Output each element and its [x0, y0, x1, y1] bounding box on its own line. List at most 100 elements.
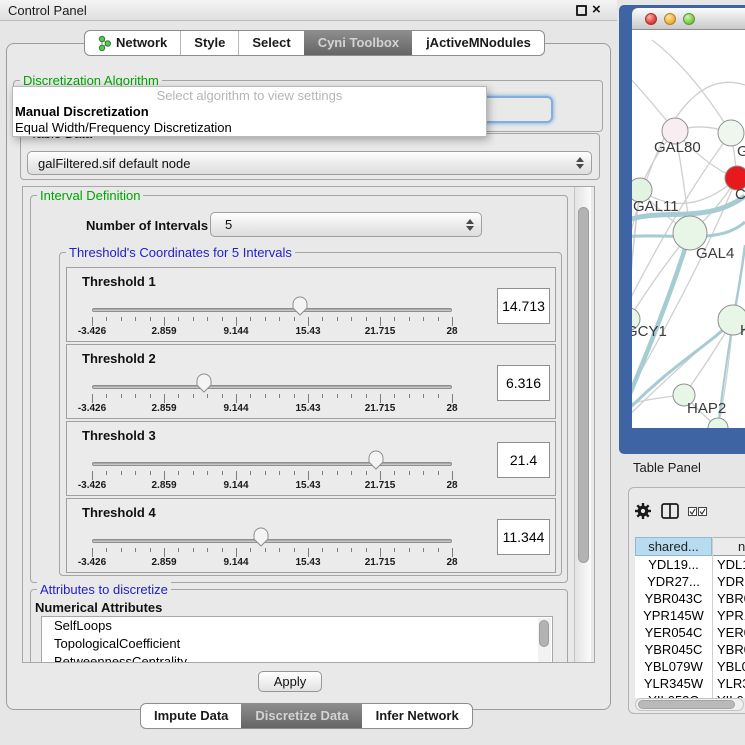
bottom-tab-impute-data[interactable]: Impute Data	[141, 704, 241, 728]
threshold-value-field[interactable]: 6.316	[497, 365, 550, 401]
tab-network[interactable]: Network	[85, 31, 180, 55]
tab-style[interactable]: Style	[180, 31, 238, 55]
tick-mark	[423, 317, 424, 321]
cell-name[interactable]: YLR3	[713, 675, 745, 692]
bottom-tab-infer-network[interactable]: Infer Network	[362, 704, 472, 728]
table-row[interactable]: YLR345WYLR3	[635, 675, 745, 692]
tick-label: 9.144	[223, 557, 248, 568]
threshold-label: Threshold 3	[82, 428, 156, 443]
scrollbar-thumb[interactable]	[638, 700, 735, 709]
table-row[interactable]: YDL19...YDL1	[635, 556, 745, 573]
cell-name[interactable]: YBL0	[713, 658, 745, 675]
cell-shared-name[interactable]: YDR27...	[635, 573, 712, 590]
slider-track[interactable]	[92, 385, 452, 389]
tick-mark	[222, 394, 223, 398]
tick-mark	[150, 317, 151, 321]
tab-label: Style	[194, 31, 225, 55]
gear-icon[interactable]	[634, 502, 652, 523]
tick-mark	[308, 394, 309, 403]
network-window-titlebar[interactable]	[632, 8, 745, 30]
close-icon[interactable]: ×	[592, 1, 601, 19]
table-row[interactable]: YBL079WYBL0	[635, 658, 745, 675]
table-row[interactable]: YPR145WYPR1	[635, 607, 745, 624]
tick-mark	[438, 548, 439, 552]
table-row[interactable]: YBR045CYBR0	[635, 641, 745, 658]
slider-track[interactable]	[92, 539, 452, 543]
slider-thumb[interactable]	[291, 295, 309, 317]
cell-shared-name[interactable]: YLR345W	[635, 675, 712, 692]
pane-vertical-scrollbar[interactable]	[574, 187, 591, 662]
attributes-scrollbar[interactable]	[538, 618, 551, 663]
network-canvas[interactable]: GAL80GACGAL11GAL4GCY1HHAP2	[632, 30, 745, 428]
tab-select[interactable]: Select	[238, 31, 303, 55]
attribute-item-betweennesscentrality[interactable]: BetweennessCentrality	[42, 653, 552, 663]
tab-label: Select	[252, 31, 290, 55]
threshold-value-field[interactable]: 21.4	[497, 442, 550, 478]
slider-thumb[interactable]	[195, 372, 213, 394]
thresholds-group: Threshold's Coordinates for 5 Intervals …	[59, 252, 562, 576]
slider-thumb[interactable]	[367, 449, 385, 471]
tick-mark	[222, 471, 223, 475]
tick-mark	[92, 394, 93, 403]
threshold-value-field[interactable]: 11.344	[497, 519, 550, 555]
cell-shared-name[interactable]: YDL19...	[635, 556, 712, 573]
cell-shared-name[interactable]: YBR045C	[635, 641, 712, 658]
cell-name[interactable]: YDR2	[713, 573, 745, 590]
tick-mark	[308, 317, 309, 326]
threshold-value-field[interactable]: 14.713	[497, 288, 550, 324]
slider-thumb[interactable]	[252, 526, 270, 548]
table-row[interactable]: YBR043CYBR0	[635, 590, 745, 607]
bottom-tab-discretize-data[interactable]: Discretize Data	[241, 704, 361, 728]
slider-track[interactable]	[92, 308, 452, 312]
cell-name[interactable]: YER0	[713, 624, 745, 641]
table-row[interactable]: YDR27...YDR2	[635, 573, 745, 590]
apply-button[interactable]: Apply	[258, 671, 322, 692]
algorithm-option-equal-width-frequency-discretization[interactable]: Equal Width/Frequency Discretization	[13, 120, 486, 136]
table-horizontal-scrollbar[interactable]	[635, 698, 744, 711]
algorithm-option-manual-discretization[interactable]: Manual Discretization	[13, 104, 486, 120]
minimize-traffic-light-icon[interactable]	[664, 13, 676, 25]
slider-track[interactable]	[92, 462, 452, 466]
cell-shared-name[interactable]: YBR043C	[635, 590, 712, 607]
tick-mark	[394, 548, 395, 552]
float-icon[interactable]	[576, 5, 587, 16]
attribute-item-topologicalcoefficient[interactable]: TopologicalCoefficient	[42, 635, 552, 653]
cell-name[interactable]: YBR0	[713, 590, 745, 607]
scrollbar-thumb[interactable]	[539, 620, 549, 647]
tick-mark	[366, 317, 367, 321]
tick-label: 15.43	[295, 326, 320, 337]
cell-shared-name[interactable]: YER054C	[635, 624, 712, 641]
node-label: GCY1	[632, 323, 667, 340]
network-node[interactable]	[708, 418, 728, 428]
scrollbar-thumb[interactable]	[578, 207, 589, 563]
cell-name[interactable]: YBR0	[713, 641, 745, 658]
cell-name[interactable]: YDL1	[713, 556, 745, 573]
zoom-traffic-light-icon[interactable]	[683, 13, 695, 25]
number-of-intervals-combobox[interactable]: 5	[210, 212, 482, 237]
threshold-panel-1: Threshold 1-3.4262.8599.14415.4321.71528…	[66, 267, 556, 342]
attribute-item-selfloops[interactable]: SelfLoops	[42, 617, 552, 635]
tab-cyni-toolbox[interactable]: Cyni Toolbox	[304, 31, 412, 55]
split-columns-icon[interactable]	[661, 503, 679, 522]
cell-shared-name[interactable]: YBL079W	[635, 658, 712, 675]
column-header-shared-name[interactable]: shared...	[635, 537, 712, 556]
numerical-attributes-label: Numerical Attributes	[35, 600, 162, 615]
slider-tick-labels: -3.4262.8599.14415.4321.71528	[92, 403, 452, 415]
tab-jactivemnodules[interactable]: jActiveMNodules	[412, 31, 544, 55]
slider-tick-labels: -3.4262.8599.14415.4321.71528	[92, 480, 452, 492]
cell-shared-name[interactable]: YPR145W	[635, 607, 712, 624]
table-data-combobox[interactable]: galFiltered.sif default node	[27, 151, 592, 175]
close-traffic-light-icon[interactable]	[645, 13, 657, 25]
node-label: GAL80	[654, 139, 701, 156]
node-attribute-table[interactable]: shared... na YDL19...YDL1YDR27...YDR2YBR…	[635, 537, 745, 698]
network-icon	[98, 35, 111, 51]
numerical-attributes-list[interactable]: SelfLoopsTopologicalCoefficientBetweenne…	[41, 616, 553, 663]
settings-scrollpane: Interval Definition Number of Intervals …	[22, 186, 595, 663]
tick-mark	[164, 394, 165, 403]
cell-name[interactable]: YPR1	[713, 607, 745, 624]
checkboxes-icon[interactable]	[688, 505, 707, 520]
column-header-name[interactable]: na	[712, 537, 745, 556]
table-row[interactable]: YER054CYER0	[635, 624, 745, 641]
control-panel-title: Control Panel	[8, 3, 87, 18]
tick-mark	[308, 471, 309, 480]
